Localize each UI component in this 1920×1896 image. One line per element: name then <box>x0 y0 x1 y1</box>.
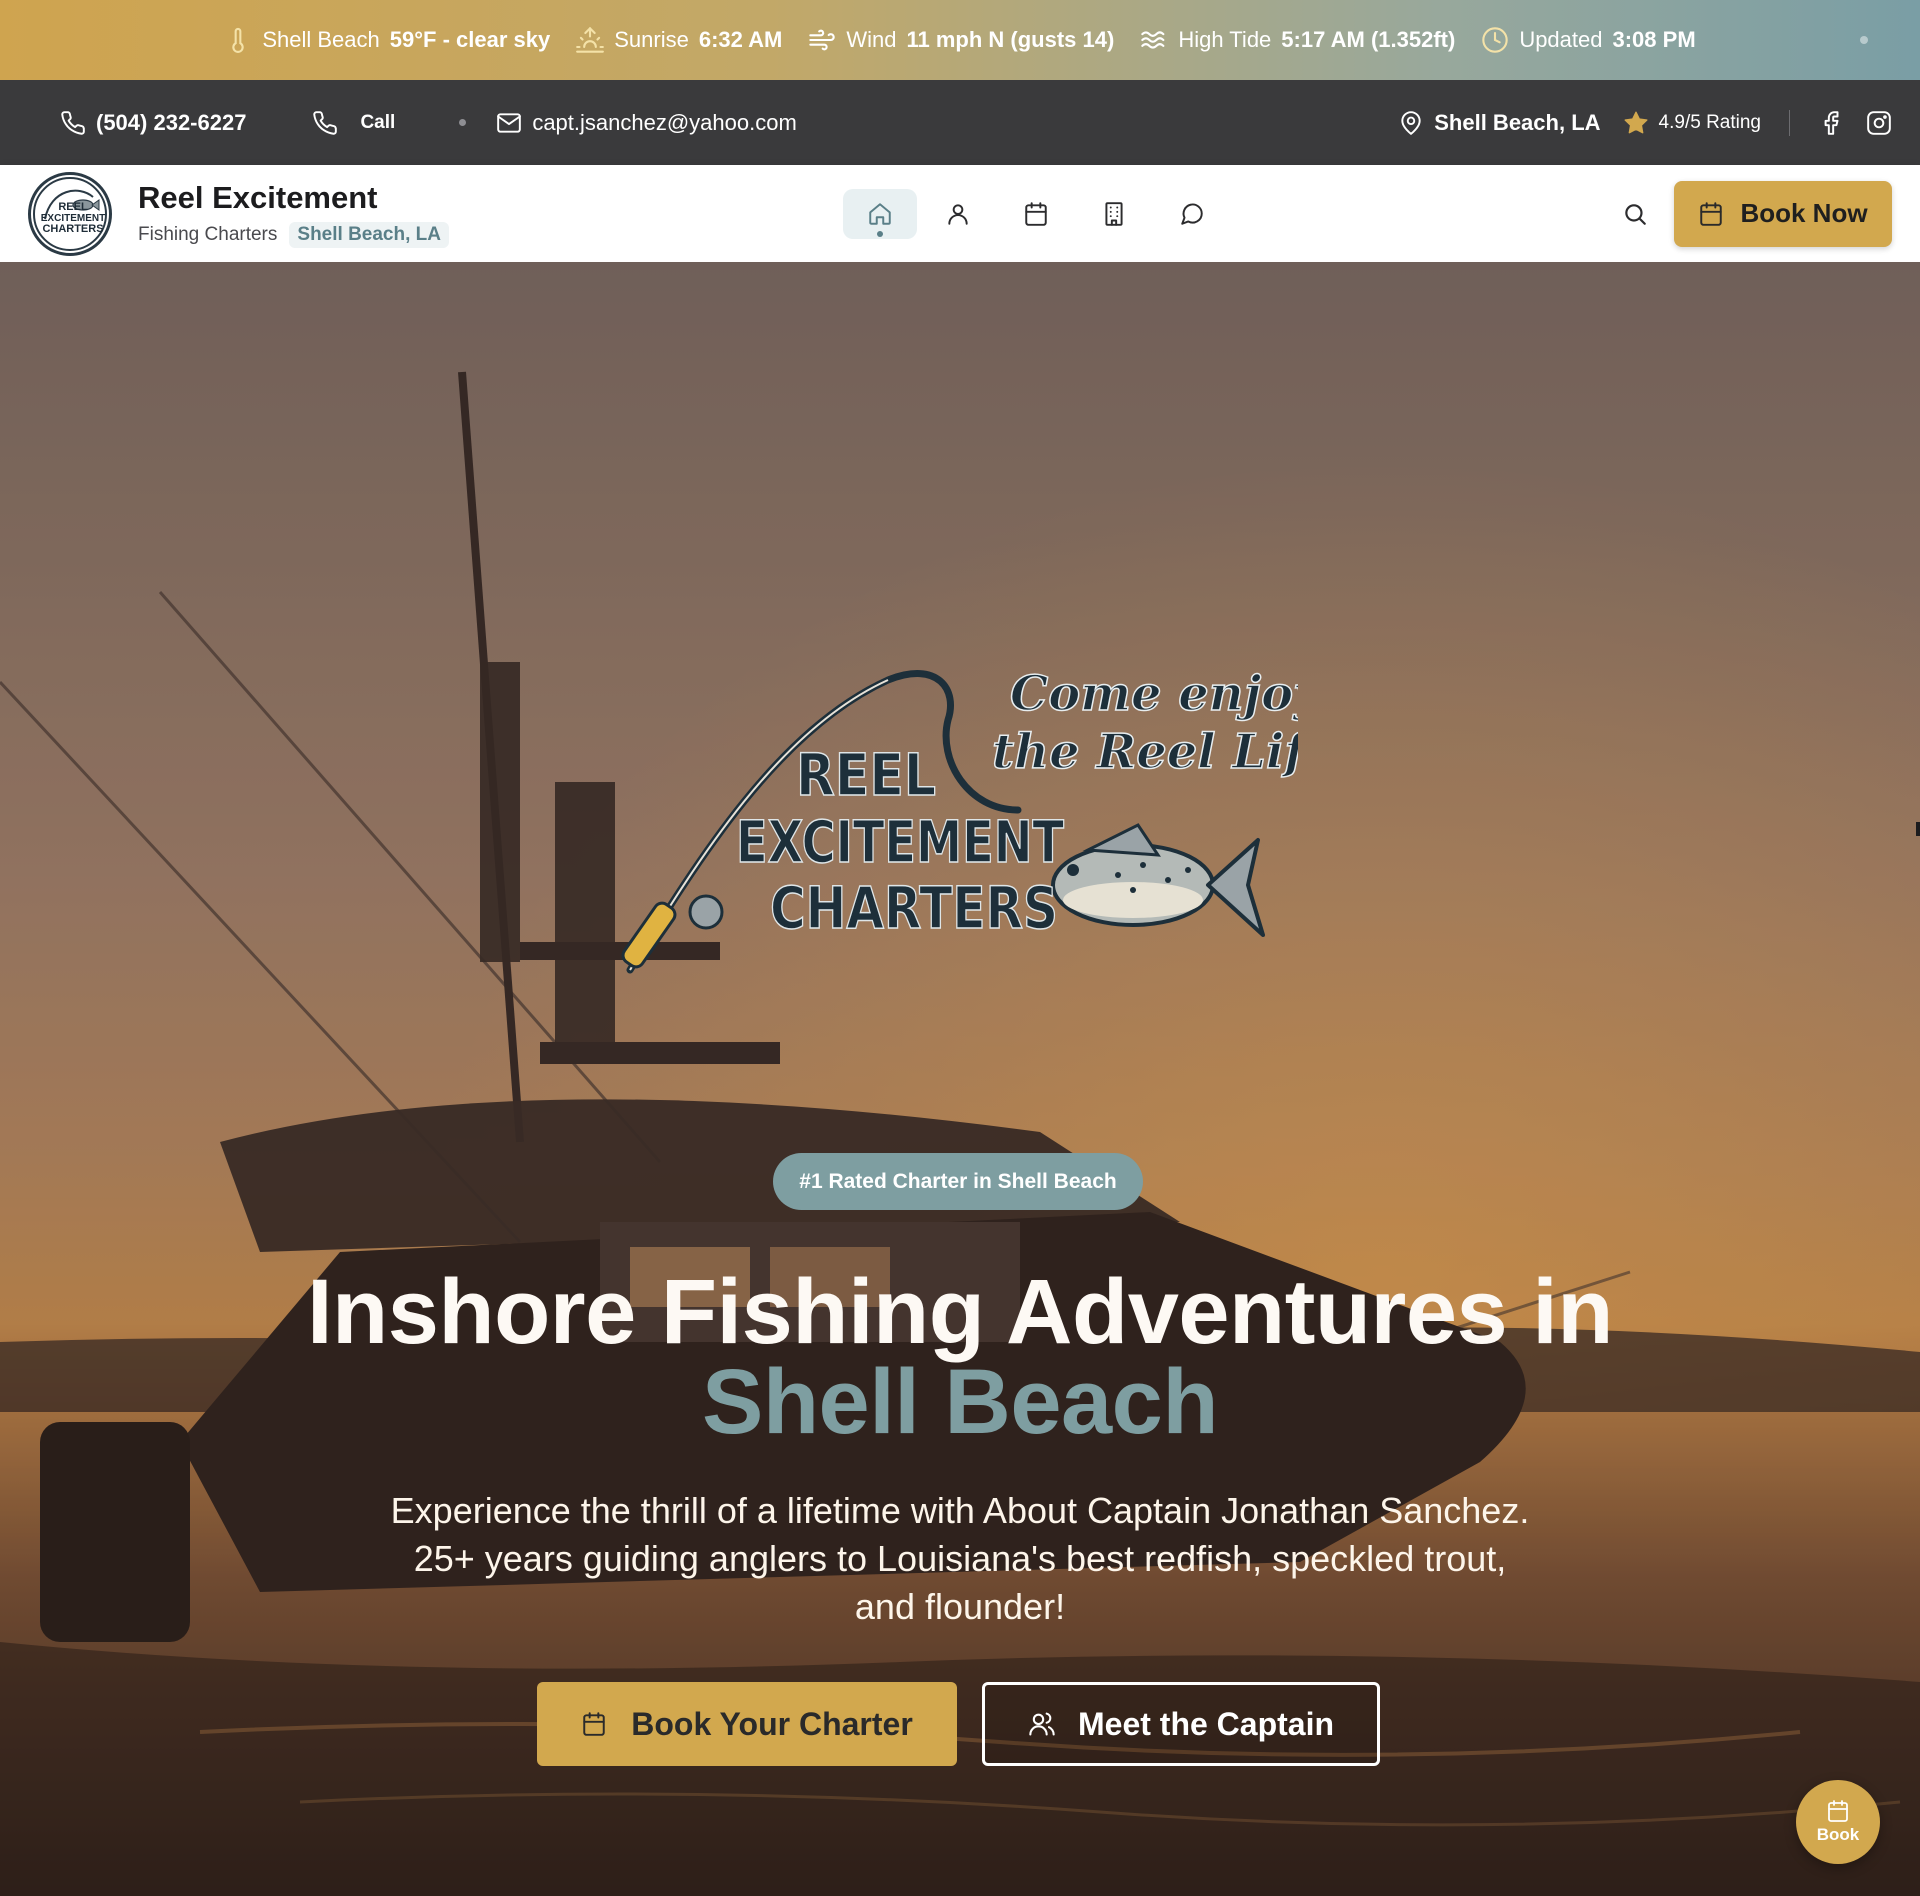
contact-right: Shell Beach, LA 4.9/5 Rating <box>1398 109 1892 136</box>
mail-icon <box>497 112 522 133</box>
separator-dot <box>459 119 467 126</box>
weather-wind: Wind 11 mph N (gusts 14) <box>808 26 1114 54</box>
weather-tide: High Tide 5:17 AM (1.352ft) <box>1140 26 1455 54</box>
home-icon <box>869 203 891 225</box>
phone-number: (504) 232-6227 <box>96 109 247 135</box>
clock-icon <box>1481 26 1509 54</box>
meet-captain-button[interactable]: Meet the Captain <box>982 1682 1380 1766</box>
weather-sunrise: Sunrise 6:32 AM <box>576 26 782 54</box>
brand-location-badge: Shell Beach, LA <box>289 221 449 248</box>
hero-title-highlight: Shell Beach <box>701 1351 1219 1453</box>
call-label: Call <box>360 111 396 133</box>
calendar-icon <box>1025 202 1047 226</box>
chat-icon <box>1181 203 1203 225</box>
user-icon <box>948 204 968 225</box>
calendar-icon <box>1828 1800 1848 1822</box>
location-info: Shell Beach, LA <box>1398 109 1601 136</box>
hero-description: Experience the thrill of a lifetime with… <box>390 1490 1530 1627</box>
brand-subline: Fishing Charters Shell Beach, LA <box>138 221 449 248</box>
weather-location: Shell Beach <box>262 27 380 52</box>
hero-section: Come enjoy the Reel Life REEL EXCITEMENT… <box>0 262 1920 1896</box>
search-button[interactable] <box>1622 201 1648 227</box>
phone-call-icon <box>313 110 338 135</box>
wind-icon <box>808 26 836 54</box>
nav-actions: Book Now <box>1622 180 1892 247</box>
thermometer-icon <box>224 26 252 54</box>
brand-text: Reel Excitement Fishing Charters Shell B… <box>138 180 449 248</box>
search-icon <box>1625 203 1646 225</box>
sunrise-time: 6:32 AM <box>698 27 783 52</box>
star-icon <box>1624 111 1648 133</box>
logo-text: REEL EXCITEMENT CHARTERS <box>40 200 106 235</box>
nav-contact[interactable] <box>1155 189 1229 239</box>
map-pin-icon <box>1401 110 1421 135</box>
rating-text: 4.9/5 Rating <box>1658 111 1761 133</box>
building-icon <box>1105 202 1123 226</box>
book-charter-button[interactable]: Book Your Charter <box>537 1682 957 1766</box>
sunrise-label: Sunrise <box>614 27 689 52</box>
calendar-icon <box>583 1712 605 1736</box>
updated-label: Updated <box>1519 27 1603 52</box>
floating-book-button[interactable]: Book <box>1796 1780 1880 1864</box>
hero-brand-logo: Come enjoy the Reel Life REEL EXCITEMENT… <box>621 665 1298 974</box>
weather-bar: Shell Beach 59°F - clear sky Sunrise 6:3… <box>0 0 1920 80</box>
logo-word-charters: CHARTERS <box>770 874 1058 942</box>
tide-value: 5:17 AM (1.352ft) <box>1281 27 1456 52</box>
calendar-icon <box>1700 201 1723 226</box>
main-navbar: REEL EXCITEMENT CHARTERS Reel Excitement… <box>0 165 1920 262</box>
users-icon <box>1029 1712 1055 1736</box>
book-now-label: Book Now <box>1740 198 1868 228</box>
waves-icon <box>1140 26 1168 54</box>
hero-title: Inshore Fishing Adventures in Shell Beac… <box>0 1266 1920 1453</box>
location-text: Shell Beach, LA <box>1434 109 1601 135</box>
logo-script-line2: the Reel Life <box>992 724 1298 780</box>
weather-temperature: Shell Beach 59°F - clear sky <box>224 26 550 54</box>
nav-captain[interactable] <box>921 189 995 239</box>
nav-home[interactable] <box>843 189 917 239</box>
facebook-link[interactable] <box>1818 110 1844 136</box>
nav-booking[interactable] <box>999 189 1073 239</box>
wind-label: Wind <box>846 27 897 52</box>
nav-icon-menu <box>843 189 1229 239</box>
sunrise-icon <box>576 26 605 54</box>
instagram-link[interactable] <box>1866 110 1892 136</box>
divider <box>1789 109 1790 136</box>
rating-info: 4.9/5 Rating <box>1623 110 1761 136</box>
contact-left: (504) 232-6227 Call capt.jsanchez@yahoo.… <box>60 110 797 136</box>
phone-icon <box>61 110 85 135</box>
phone-link[interactable]: (504) 232-6227 <box>60 110 246 136</box>
contact-bar: (504) 232-6227 Call capt.jsanchez@yahoo.… <box>0 80 1920 165</box>
email-link[interactable]: capt.jsanchez@yahoo.com <box>496 109 797 136</box>
logo-script-line1: Come enjoy <box>1010 666 1298 722</box>
weather-updated: Updated 3:08 PM <box>1481 26 1696 54</box>
logo-word-reel: REEL <box>796 741 936 809</box>
book-charter-label: Book Your Charter <box>631 1705 913 1742</box>
instagram-icon <box>1867 110 1891 135</box>
brand-logo[interactable]: REEL EXCITEMENT CHARTERS <box>28 171 112 256</box>
book-now-button[interactable]: Book Now <box>1674 180 1892 247</box>
wind-value: 11 mph N (gusts 14) <box>906 27 1115 52</box>
brand-tagline: Fishing Charters <box>138 223 278 245</box>
weather-temp-value: 59°F - clear sky <box>389 27 551 52</box>
updated-time: 3:08 PM <box>1612 27 1696 52</box>
brand-name[interactable]: Reel Excitement <box>138 180 449 216</box>
email-address: capt.jsanchez@yahoo.com <box>532 109 797 135</box>
tide-label: High Tide <box>1178 27 1272 52</box>
hero-boat-sunset-image <box>0 262 1920 1896</box>
floating-book-label: Book <box>1816 1825 1860 1844</box>
hero-title-line1: Inshore Fishing Adventures in <box>306 1261 1614 1363</box>
meet-captain-label: Meet the Captain <box>1077 1705 1335 1742</box>
scrollbar-indicator[interactable] <box>1916 822 1920 836</box>
facebook-icon <box>1824 110 1839 135</box>
logo-word-excitement: EXCITEMENT <box>736 808 1064 876</box>
nav-lodging[interactable] <box>1077 189 1151 239</box>
status-dot <box>1860 36 1868 44</box>
call-button[interactable]: Call <box>312 110 395 136</box>
rating-badge: #1 Rated Charter in Shell Beach <box>773 1153 1143 1210</box>
